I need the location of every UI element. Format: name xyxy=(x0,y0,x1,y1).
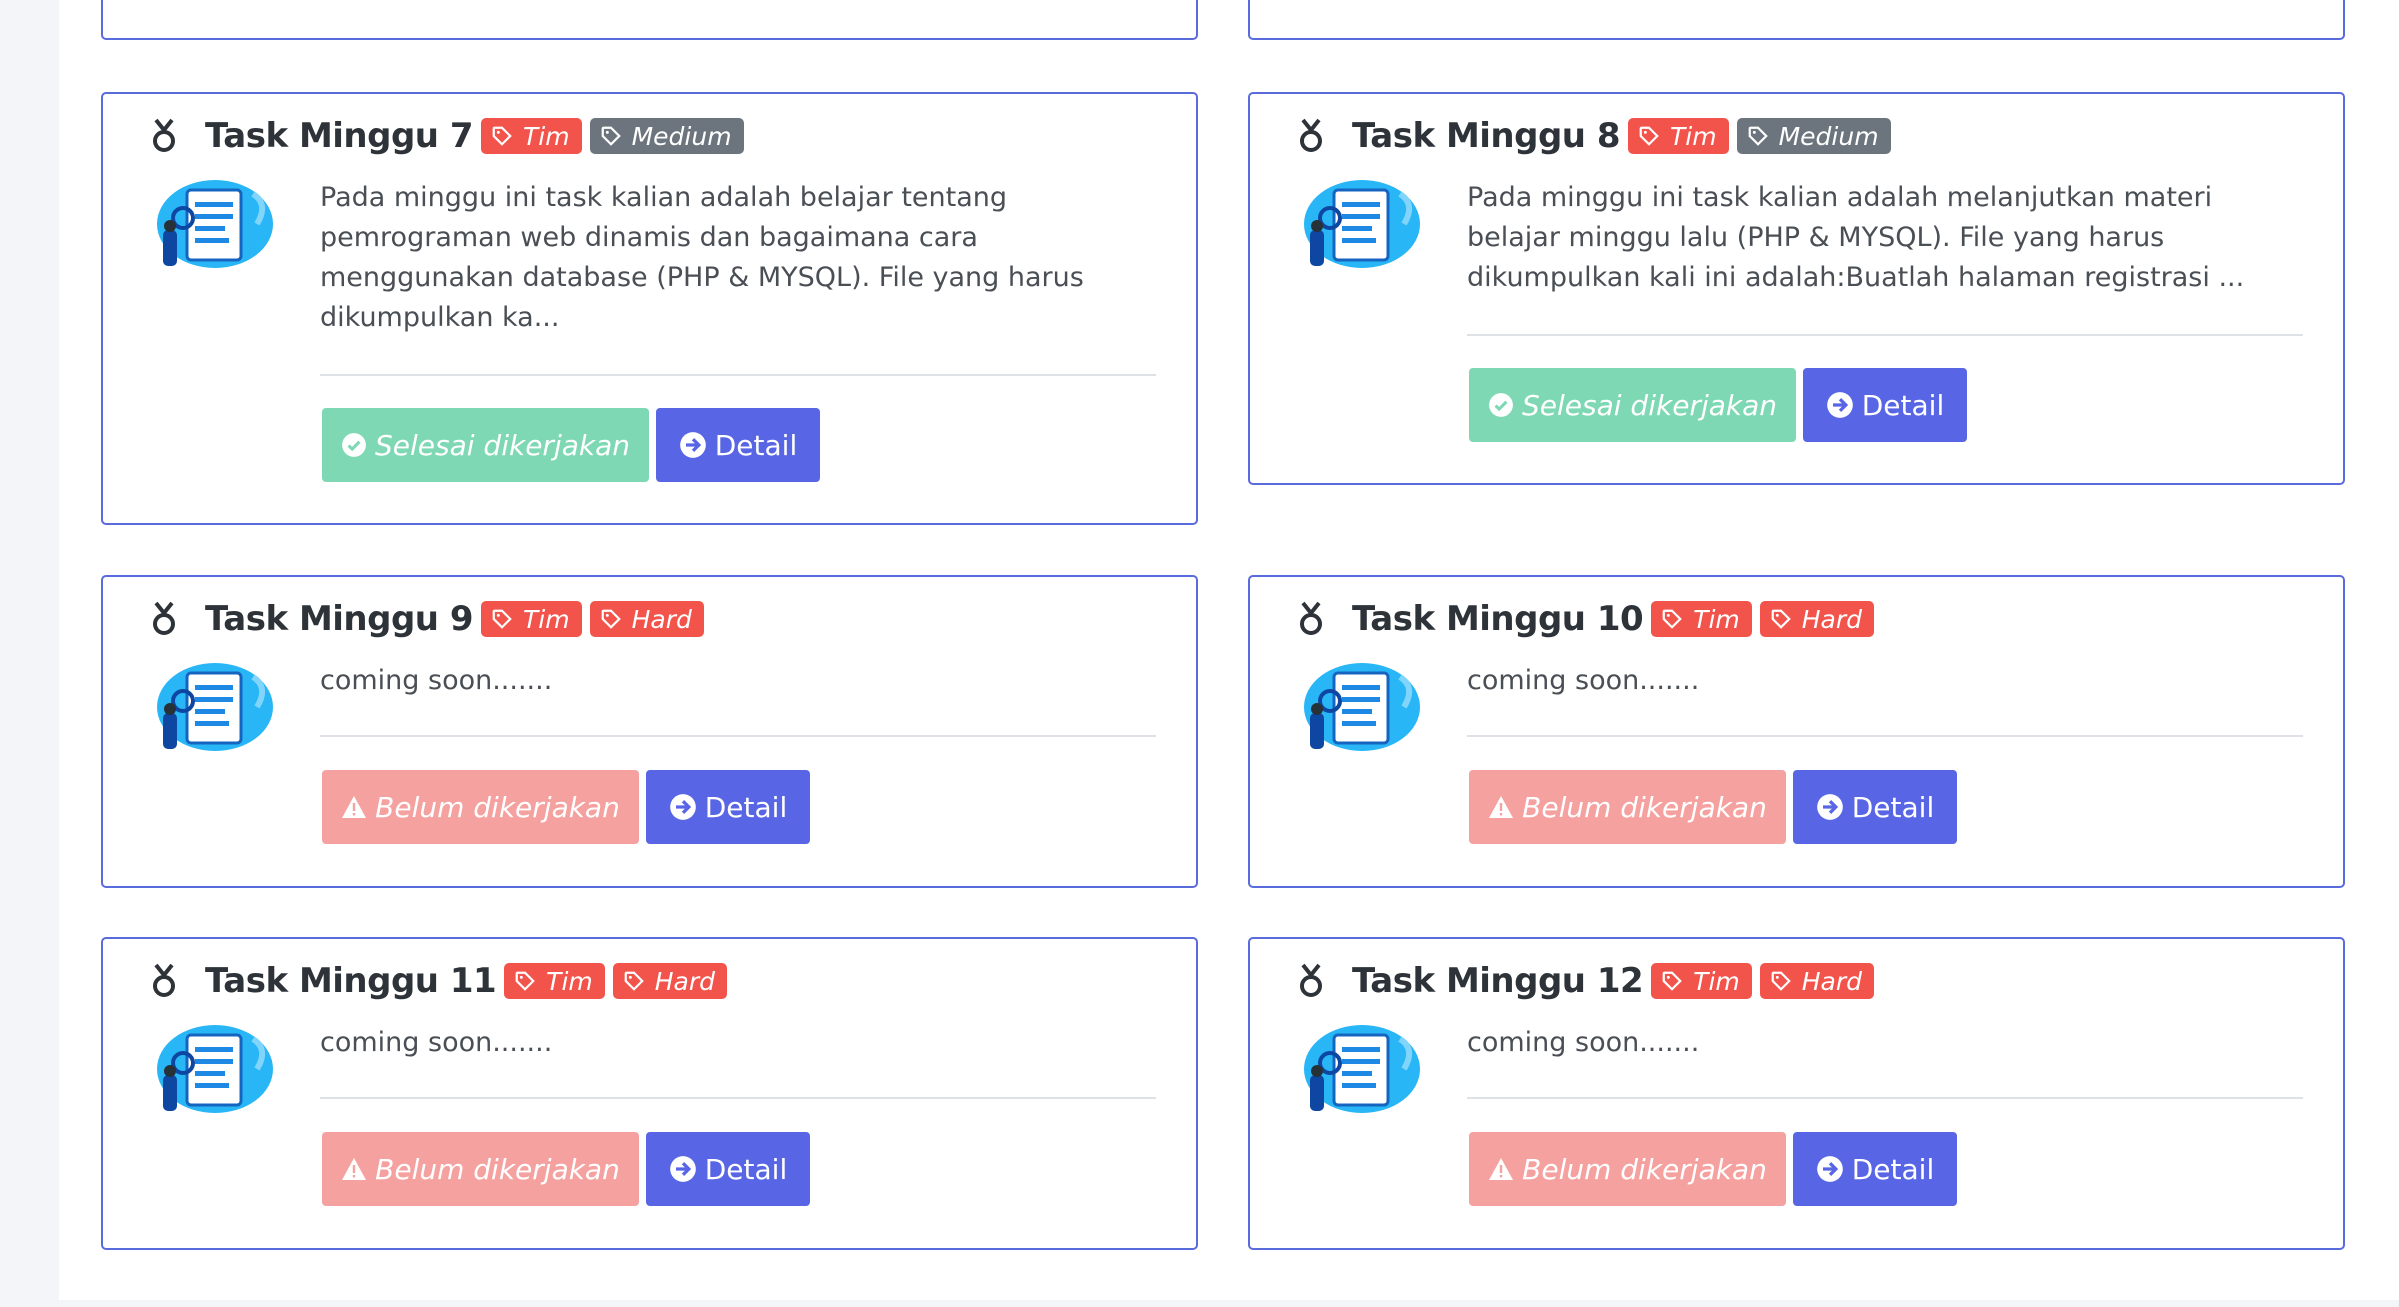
status-button-pending[interactable]: Belum dikerjakan xyxy=(1469,770,1786,844)
arrow-circle-right-icon xyxy=(1816,1156,1843,1182)
task-title: Task Minggu 11 xyxy=(205,961,497,1001)
tag-icon xyxy=(492,609,512,629)
tag-icon xyxy=(1771,609,1791,629)
divider xyxy=(1467,334,2303,336)
detail-button[interactable]: Detail xyxy=(646,770,810,844)
tag-icon xyxy=(601,609,621,629)
arrow-circle-right-icon xyxy=(1826,392,1853,418)
tag-icon xyxy=(1771,971,1791,991)
status-button-pending[interactable]: Belum dikerjakan xyxy=(322,770,639,844)
detail-button[interactable]: Detail xyxy=(1793,1132,1957,1206)
task-card: Task Minggu 11 Tim Hard coming soon.....… xyxy=(101,937,1198,1250)
tag-badge-difficulty: Hard xyxy=(589,601,704,637)
task-description: coming soon....... xyxy=(320,1027,553,1058)
tag-icon xyxy=(1662,609,1682,629)
tag-badge-team: Tim xyxy=(1651,963,1752,999)
task-illustration xyxy=(157,663,273,751)
warning-icon xyxy=(342,796,367,818)
task-description: coming soon....... xyxy=(320,665,553,696)
arrow-circle-right-icon xyxy=(679,432,706,458)
tag-icon xyxy=(624,971,644,991)
warning-icon xyxy=(342,1158,367,1180)
divider xyxy=(320,374,1156,376)
task-card-header: Task Minggu 8 Tim Medium xyxy=(1296,112,1899,160)
tag-icon xyxy=(601,126,621,146)
medal-icon xyxy=(153,118,175,152)
warning-icon xyxy=(1489,1158,1514,1180)
check-circle-icon xyxy=(1489,393,1513,417)
task-illustration xyxy=(157,180,273,268)
task-title: Task Minggu 9 xyxy=(205,599,474,639)
divider xyxy=(320,735,1156,737)
tag-icon xyxy=(515,971,535,991)
tag-icon xyxy=(1662,971,1682,991)
task-title: Task Minggu 7 xyxy=(205,116,474,156)
tag-icon xyxy=(1639,126,1659,146)
status-button-done[interactable]: Selesai dikerjakan xyxy=(322,408,649,482)
task-card-header: Task Minggu 11 Tim Hard xyxy=(149,957,735,1005)
medal-icon xyxy=(153,601,175,635)
task-illustration xyxy=(157,1025,273,1113)
detail-button[interactable]: Detail xyxy=(1793,770,1957,844)
check-circle-icon xyxy=(342,433,366,457)
medal-icon xyxy=(1300,601,1322,635)
tag-badge-team: Tim xyxy=(481,118,582,154)
detail-button[interactable]: Detail xyxy=(646,1132,810,1206)
task-card-header: Task Minggu 12 Tim Hard xyxy=(1296,957,1882,1005)
divider xyxy=(1467,735,2303,737)
arrow-circle-right-icon xyxy=(1816,794,1843,820)
tag-badge-team: Tim xyxy=(504,963,605,999)
divider xyxy=(320,1097,1156,1099)
arrow-circle-right-icon xyxy=(669,1156,696,1182)
status-button-pending[interactable]: Belum dikerjakan xyxy=(1469,1132,1786,1206)
tag-badge-difficulty: Hard xyxy=(1759,601,1875,637)
task-illustration xyxy=(1304,1025,1420,1113)
task-card-previous-left xyxy=(101,0,1198,40)
detail-button[interactable]: Detail xyxy=(656,408,820,482)
medal-icon xyxy=(1300,118,1322,152)
task-title: Task Minggu 8 xyxy=(1352,116,1621,156)
task-card-header: Task Minggu 9 Tim Hard xyxy=(149,595,712,643)
task-card-header: Task Minggu 7 Tim Medium xyxy=(149,112,752,160)
task-illustration xyxy=(1304,663,1420,751)
task-description: coming soon....... xyxy=(1467,665,1700,696)
medal-icon xyxy=(1300,963,1322,997)
tag-icon xyxy=(1748,126,1768,146)
arrow-circle-right-icon xyxy=(669,794,696,820)
task-card-previous-right xyxy=(1248,0,2345,40)
tag-badge-difficulty: Medium xyxy=(1736,118,1891,154)
detail-button[interactable]: Detail xyxy=(1803,368,1967,442)
task-description: Pada minggu ini task kalian adalah melan… xyxy=(1467,182,2245,293)
task-card: Task Minggu 9 Tim Hard coming soon......… xyxy=(101,575,1198,888)
task-description: Pada minggu ini task kalian adalah belaj… xyxy=(320,182,1084,333)
tag-icon xyxy=(492,126,512,146)
warning-icon xyxy=(1489,796,1514,818)
tag-badge-difficulty: Hard xyxy=(612,963,728,999)
tag-badge-team: Tim xyxy=(1628,118,1729,154)
divider xyxy=(1467,1097,2303,1099)
task-card: Task Minggu 12 Tim Hard coming soon.....… xyxy=(1248,937,2345,1250)
status-button-pending[interactable]: Belum dikerjakan xyxy=(322,1132,639,1206)
task-title: Task Minggu 12 xyxy=(1352,961,1644,1001)
task-card: Task Minggu 10 Tim Hard coming soon.....… xyxy=(1248,575,2345,888)
task-title: Task Minggu 10 xyxy=(1352,599,1644,639)
task-description: coming soon....... xyxy=(1467,1027,1700,1058)
status-button-done[interactable]: Selesai dikerjakan xyxy=(1469,368,1796,442)
task-card-header: Task Minggu 10 Tim Hard xyxy=(1296,595,1882,643)
tag-badge-team: Tim xyxy=(481,601,582,637)
tag-badge-difficulty: Medium xyxy=(589,118,744,154)
task-card: Task Minggu 7 Tim Medium Pada minggu ini… xyxy=(101,92,1198,525)
medal-icon xyxy=(153,963,175,997)
tag-badge-difficulty: Hard xyxy=(1759,963,1875,999)
tag-badge-team: Tim xyxy=(1651,601,1752,637)
task-illustration xyxy=(1304,180,1420,268)
task-card: Task Minggu 8 Tim Medium Pada minggu ini… xyxy=(1248,92,2345,485)
